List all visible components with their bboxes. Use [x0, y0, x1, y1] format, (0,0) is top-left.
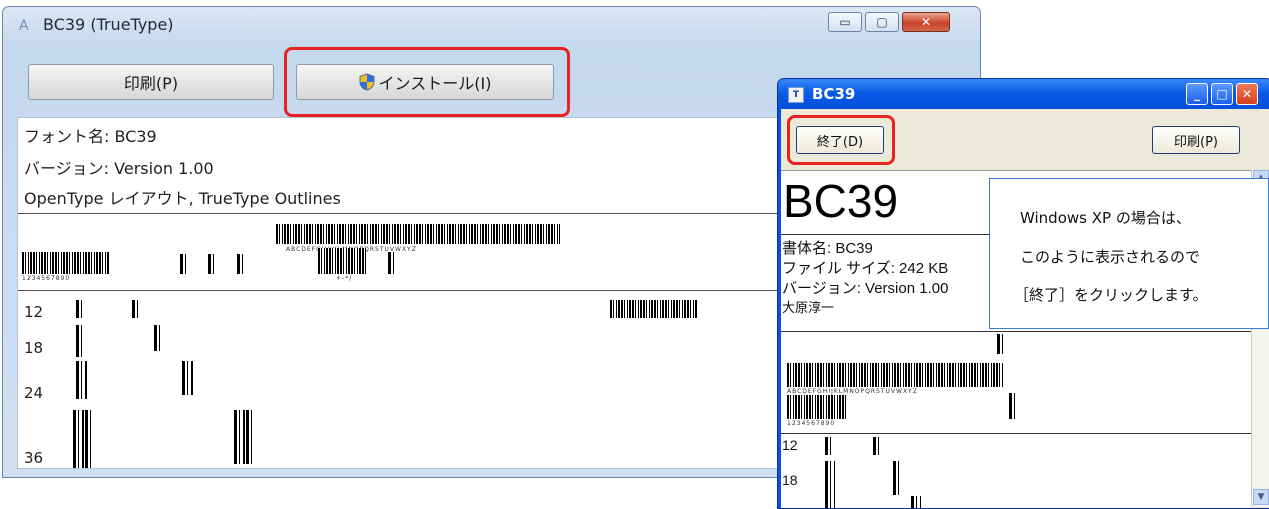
xp-minimize-button[interactable]: _	[1186, 83, 1208, 105]
exit-highlight	[787, 115, 895, 165]
barcode-symbol	[388, 252, 396, 274]
xp-sample-digits-caption: 1234567890	[787, 420, 836, 427]
xp-title-bar: T BC39 _ □ ✕	[778, 79, 1269, 109]
font-name-label: フォント名: BC39	[24, 127, 157, 146]
sample-18	[76, 325, 84, 357]
xp-version-label: バージョン: Version 1.00	[782, 280, 949, 297]
callout-line-1: Windows XP の場合は、	[1020, 209, 1191, 227]
close-button[interactable]: ✕	[902, 12, 950, 32]
divider	[781, 331, 1251, 332]
xp-sample-18	[893, 461, 902, 495]
xp-maximize-button[interactable]: □	[1211, 83, 1233, 105]
callout-line-3: ［終了］をクリックします。	[1014, 286, 1208, 304]
size-label-36: 36	[24, 449, 44, 467]
xp-barcode-alpha	[787, 363, 1003, 387]
size-label-18: 18	[24, 339, 44, 357]
size-label-24: 24	[24, 384, 44, 402]
xp-barcode-symbol	[997, 334, 1003, 354]
sample-digits-caption: 1234567890	[22, 275, 71, 282]
barcode-symbol	[180, 254, 189, 274]
barcode-alpha	[276, 224, 560, 244]
font-layout-label: OpenType レイアウト, TrueType Outlines	[24, 189, 341, 208]
install-highlight	[284, 47, 570, 117]
sample-12-digits	[610, 300, 698, 318]
maximize-button[interactable]: ▢	[865, 12, 899, 32]
xp-barcode-digits	[787, 395, 847, 419]
callout-box: Windows XP の場合は、 このように表示されるので ［終了］をクリックし…	[989, 178, 1269, 329]
xp-typeface-label: 書体名: BC39	[782, 240, 873, 257]
divider	[781, 433, 1251, 434]
sample-36	[234, 410, 252, 464]
title-bar: A BC39 (TrueType) ▭ ▢ ✕	[3, 7, 980, 43]
scroll-down-icon[interactable]: ▼	[1253, 489, 1269, 505]
xp-sample-12	[873, 437, 879, 455]
xp-filesize-label: ファイル サイズ: 242 KB	[782, 260, 949, 277]
font-app-icon: A	[19, 18, 29, 34]
barcode-symbol	[237, 254, 246, 274]
minimize-button[interactable]: ▭	[828, 12, 862, 32]
xp-print-button[interactable]: 印刷(P)	[1152, 126, 1240, 154]
xp-sample-18	[825, 461, 835, 508]
barcode-digits	[22, 252, 110, 274]
sample-24	[76, 361, 88, 399]
truetype-icon: T	[788, 87, 804, 103]
size-label-12: 12	[24, 303, 44, 321]
sample-18	[154, 325, 162, 351]
barcode-symbol	[208, 254, 217, 274]
xp-window-title: BC39	[812, 85, 856, 103]
xp-sample-24	[911, 496, 921, 508]
sample-symbols-caption: +-*/	[336, 275, 353, 282]
xp-barcode-symbol	[1009, 393, 1017, 419]
print-button[interactable]: 印刷(P)	[28, 64, 274, 100]
window-title: BC39 (TrueType)	[43, 15, 174, 34]
sample-36	[73, 410, 91, 468]
font-version-label: バージョン: Version 1.00	[24, 159, 214, 178]
xp-sample-alpha-caption: ABCDEFGHIJKLMNOPQRSTUVWXYZ	[787, 388, 918, 395]
sample-12	[132, 300, 138, 318]
xp-size-label-18: 18	[782, 472, 798, 488]
sample-24	[182, 361, 194, 395]
xp-font-big-name: BC39	[783, 175, 899, 227]
xp-size-label-12: 12	[782, 437, 798, 453]
xp-author-label: 大原淳一	[782, 300, 835, 315]
sample-12	[76, 300, 82, 318]
xp-sample-12	[825, 437, 831, 455]
xp-close-button[interactable]: ✕	[1236, 83, 1258, 105]
barcode-symbols	[318, 248, 366, 274]
callout-line-2: このように表示されるので	[1020, 248, 1201, 266]
